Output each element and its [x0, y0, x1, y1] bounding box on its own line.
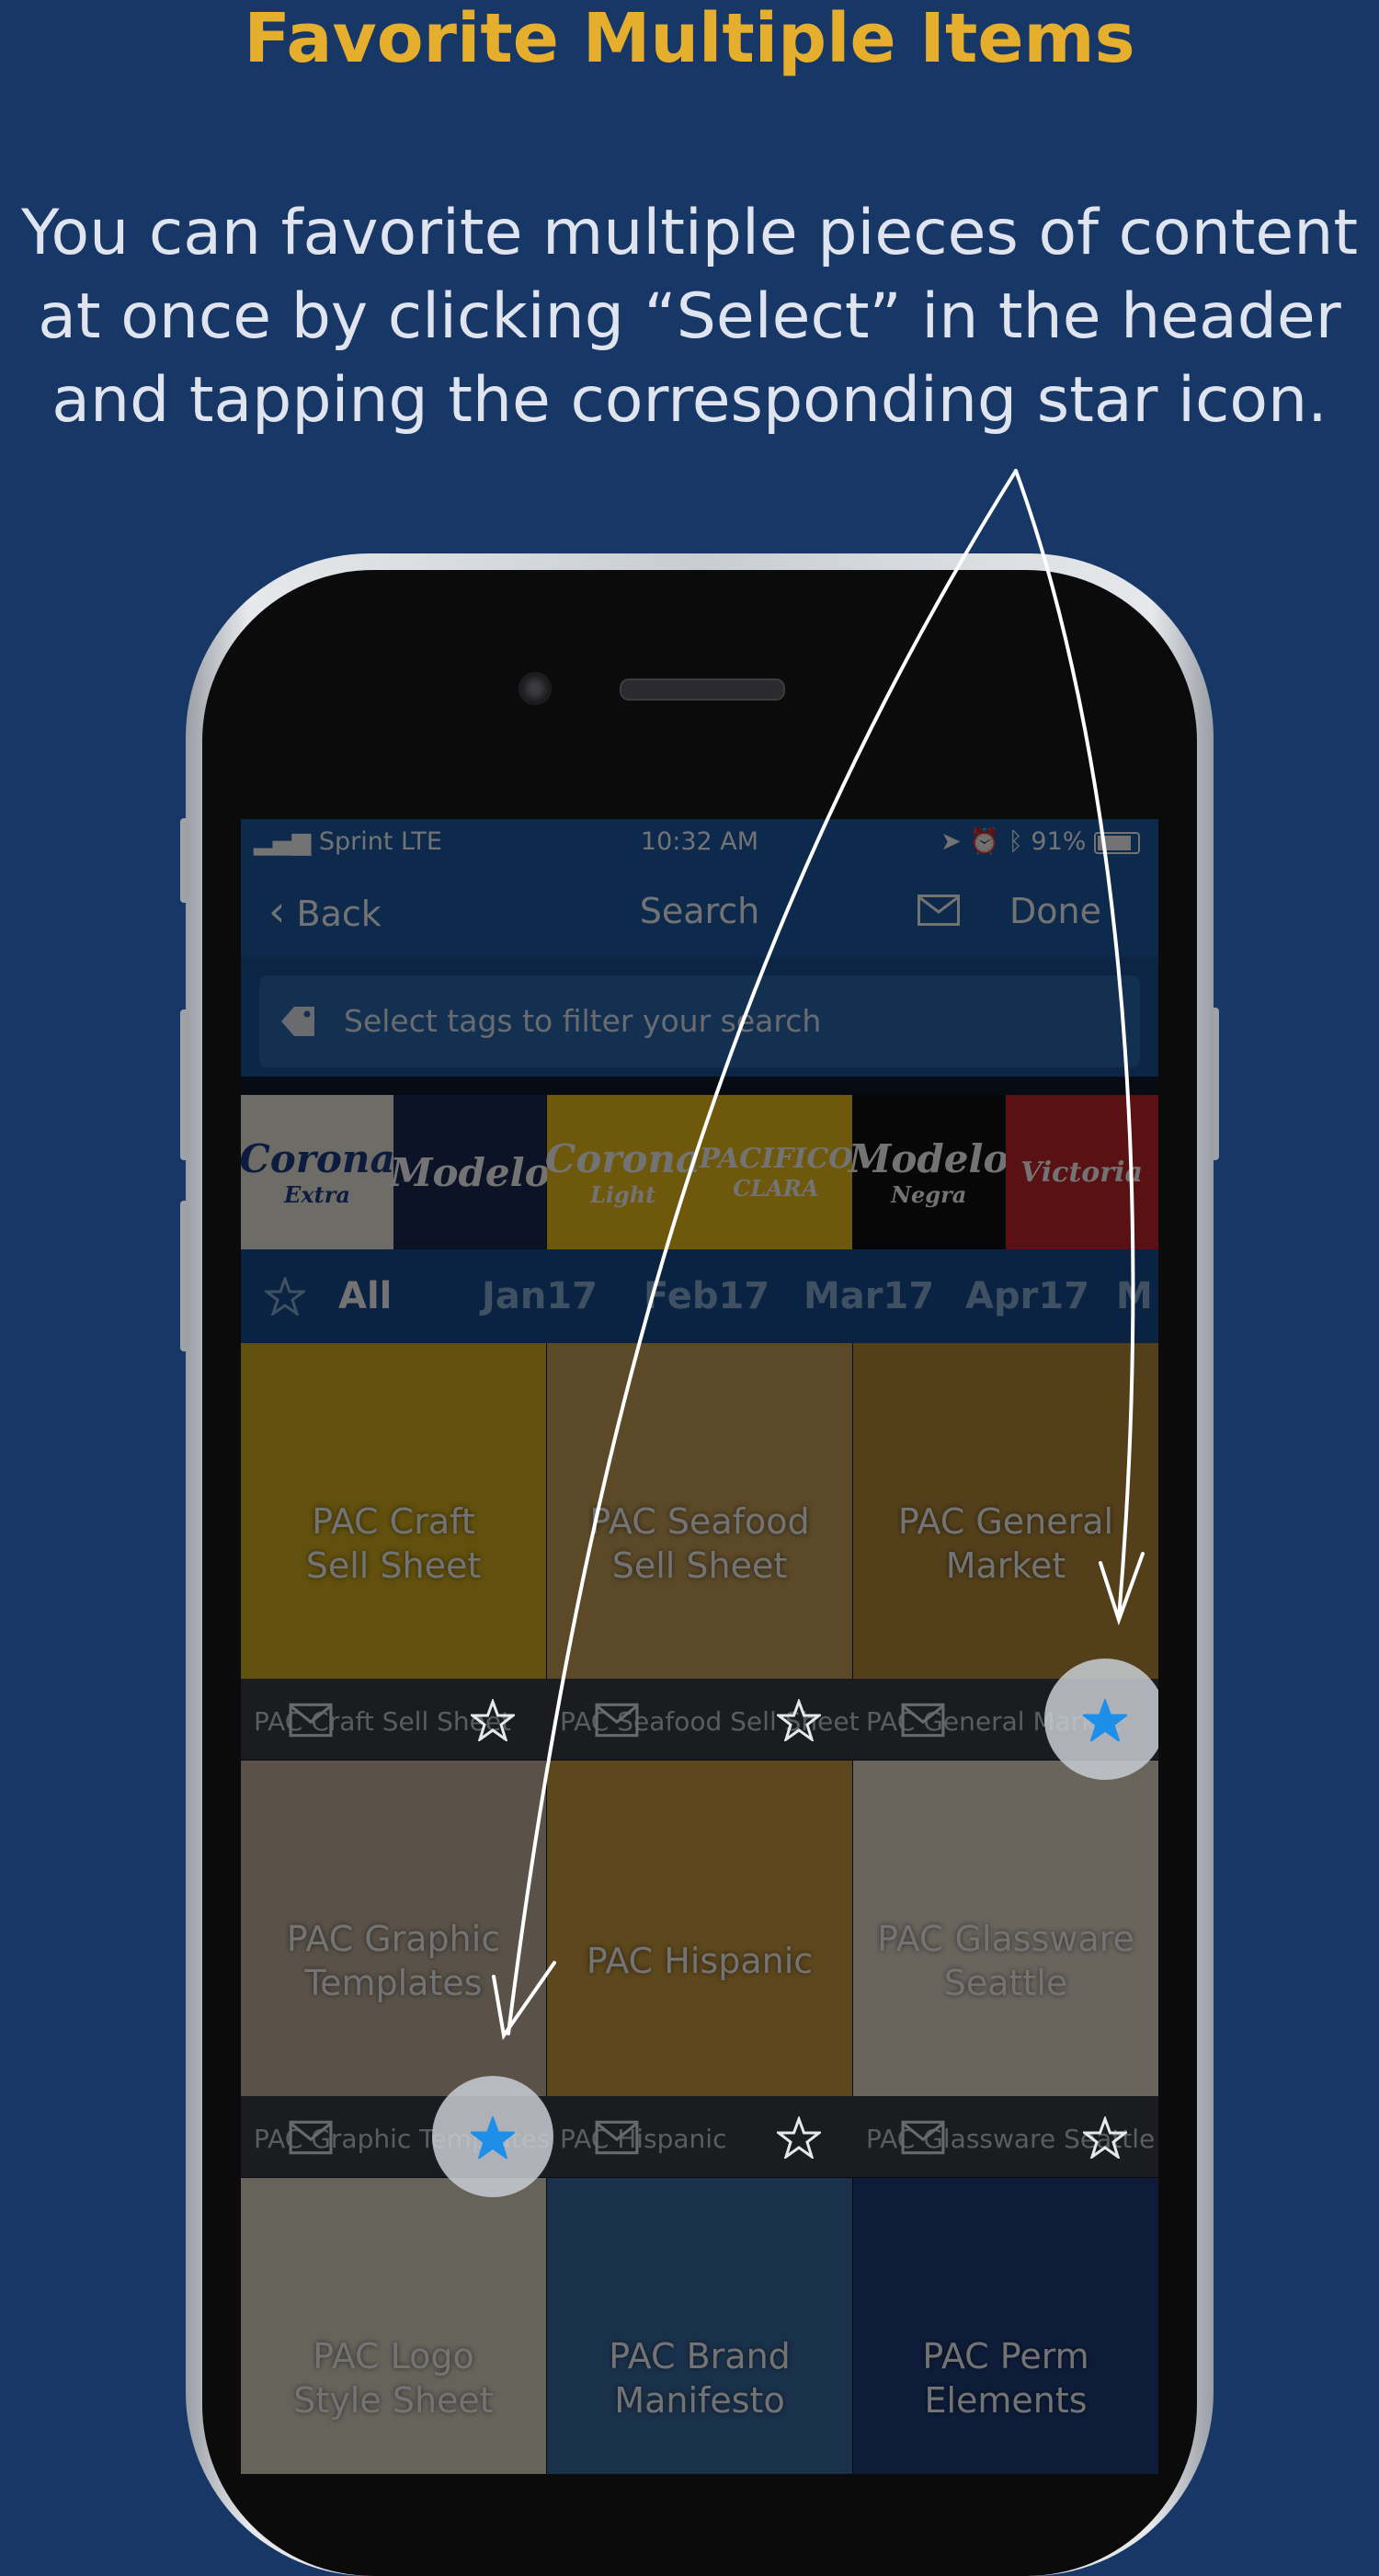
battery-icon — [1094, 831, 1140, 854]
card-title-line: Manifesto — [614, 2380, 785, 2421]
star-filled-icon[interactable] — [471, 2116, 515, 2159]
tag-icon — [281, 1007, 314, 1036]
brand-tile[interactable]: PACIFICO CLARA — [699, 1095, 853, 1249]
card-title-line: Templates — [304, 1963, 483, 2003]
star-outline-icon[interactable] — [1083, 2116, 1127, 2159]
card-title-line: PAC Craft — [312, 1501, 475, 1542]
brand-subname: Light — [589, 1181, 656, 1208]
card-title: PAC Logo Style Sheet — [241, 2334, 546, 2422]
email-icon[interactable] — [595, 2116, 639, 2159]
card-title-line: Style Sheet — [293, 2380, 494, 2421]
card-caption: PAC Hispanic — [560, 2124, 727, 2154]
brand-tile[interactable]: Victoria — [1005, 1095, 1158, 1249]
card-title: PAC Graphic Templates — [241, 1917, 546, 2005]
filter-month-tab[interactable]: Apr17 — [965, 1249, 1089, 1343]
favorites-filter-star-icon[interactable] — [265, 1277, 305, 1316]
card-title-line: Elements — [924, 2380, 1088, 2421]
card-title-line: Seattle — [943, 1963, 1068, 2003]
filter-month-tab[interactable]: M — [1116, 1249, 1153, 1343]
email-icon[interactable] — [289, 2116, 333, 2159]
content-card[interactable]: PAC General Market — [853, 1343, 1158, 1679]
card-action-bar: PAC Craft Sell Sheet PAC Seafood Sell She… — [241, 1679, 1158, 1760]
card-title: PAC Craft Sell Sheet — [241, 1499, 546, 1588]
email-icon[interactable] — [289, 1699, 333, 1741]
star-outline-icon[interactable] — [471, 1699, 515, 1741]
battery-percent: 91% — [1031, 827, 1087, 856]
card-title-line: PAC Glassware — [877, 1919, 1134, 1959]
brand-subname: Negra — [891, 1181, 967, 1208]
month-filter-bar: All Jan17 Feb17 Mar17 Apr17 M — [241, 1249, 1158, 1343]
card-title-line: PAC Graphic — [286, 1919, 501, 1959]
status-right-group: ➤ ⏰ ᛒ 91% — [940, 819, 1140, 865]
card-title: PAC Hispanic — [547, 1939, 852, 1983]
mail-icon[interactable] — [917, 895, 960, 926]
brand-tile[interactable]: Modelo — [390, 1095, 551, 1249]
front-camera — [519, 672, 552, 705]
card-title-line: PAC General — [897, 1501, 1114, 1542]
done-button[interactable]: Done — [1009, 865, 1101, 957]
navigation-bar: ‹ Back Search Done — [241, 865, 1158, 957]
card-title: PAC General Market — [853, 1499, 1158, 1588]
filter-month-tab[interactable]: Feb17 — [644, 1249, 769, 1343]
card-title: PAC Brand Manifesto — [547, 2334, 852, 2422]
brand-subname: CLARA — [733, 1175, 819, 1202]
alarm-icon: ⏰ — [969, 827, 1000, 856]
card-title-line: Sell Sheet — [305, 1545, 482, 1586]
brand-tile[interactable]: Modelo Negra — [849, 1095, 1009, 1249]
content-card[interactable]: PAC Graphic Templates — [241, 1761, 546, 2096]
bluetooth-icon: ᛒ — [1008, 827, 1023, 856]
card-action-bar: PAC Graphic Templates PAC Hispanic PAC Gla… — [241, 2096, 1158, 2177]
content-card[interactable]: PAC Glassware Seattle — [853, 1761, 1158, 2096]
brand-name: Modelo — [848, 1136, 1009, 1181]
brand-tile[interactable]: Corona Extra — [241, 1095, 395, 1249]
card-title: PAC Seafood Sell Sheet — [547, 1499, 852, 1588]
star-filled-icon[interactable] — [1083, 1699, 1127, 1741]
star-outline-icon[interactable] — [777, 2116, 821, 2159]
status-bar: ▂▄▆ Sprint LTE 10:32 AM ➤ ⏰ ᛒ 91% — [241, 819, 1158, 865]
filter-month-tab[interactable]: Jan17 — [482, 1249, 598, 1343]
content-card[interactable]: PAC Craft Sell Sheet — [241, 1343, 546, 1679]
content-card[interactable]: PAC Perm Elements — [853, 2178, 1158, 2474]
card-title-line: PAC Perm — [922, 2336, 1089, 2377]
card-title-line: PAC Hispanic — [586, 1941, 814, 1981]
card-title-line: Market — [945, 1545, 1066, 1586]
content-card[interactable]: PAC Logo Style Sheet — [241, 2178, 546, 2474]
card-title-line: PAC Brand — [609, 2336, 791, 2377]
email-icon[interactable] — [901, 2116, 945, 2159]
tag-filter-placeholder: Select tags to filter your search — [344, 1003, 822, 1039]
email-icon[interactable] — [901, 1699, 945, 1741]
filter-all-tab[interactable]: All — [338, 1249, 392, 1343]
tag-filter-input[interactable]: Select tags to filter your search — [259, 975, 1140, 1067]
card-title-line: Sell Sheet — [611, 1545, 788, 1586]
content-card[interactable]: PAC Hispanic — [547, 1761, 852, 2096]
brand-carousel: Corona Extra Modelo Corona Light PACIFICO CLAR… — [241, 1095, 1158, 1249]
star-outline-icon[interactable] — [777, 1699, 821, 1741]
location-icon: ➤ — [940, 827, 962, 856]
filter-month-tab[interactable]: Mar17 — [803, 1249, 934, 1343]
card-title-line: PAC Seafood — [589, 1501, 810, 1542]
brand-name: Corona — [544, 1136, 701, 1181]
brand-subname: Extra — [284, 1181, 350, 1208]
tag-filter-area: Select tags to filter your search — [241, 957, 1158, 1077]
brand-name: Corona — [241, 1136, 395, 1181]
phone-screen: ▂▄▆ Sprint LTE 10:32 AM ➤ ⏰ ᛒ 91% ‹ Back… — [241, 819, 1158, 2474]
promo-headline: Favorite Multiple Items — [244, 0, 1135, 78]
content-card[interactable]: PAC Brand Manifesto — [547, 2178, 852, 2474]
card-title-line: PAC Logo — [313, 2336, 474, 2377]
email-icon[interactable] — [595, 1699, 639, 1741]
brand-name: Modelo — [390, 1149, 551, 1195]
brand-name: PACIFICO — [699, 1143, 853, 1175]
brand-tile[interactable]: Corona Light — [544, 1095, 701, 1249]
card-title: PAC Perm Elements — [853, 2334, 1158, 2422]
earpiece-speaker — [620, 678, 785, 701]
content-card[interactable]: PAC Seafood Sell Sheet — [547, 1343, 852, 1679]
card-title: PAC Glassware Seattle — [853, 1917, 1158, 2005]
brand-name: Victoria — [1020, 1156, 1143, 1189]
promo-subtext: You can favorite multiple pieces of cont… — [21, 197, 1358, 437]
